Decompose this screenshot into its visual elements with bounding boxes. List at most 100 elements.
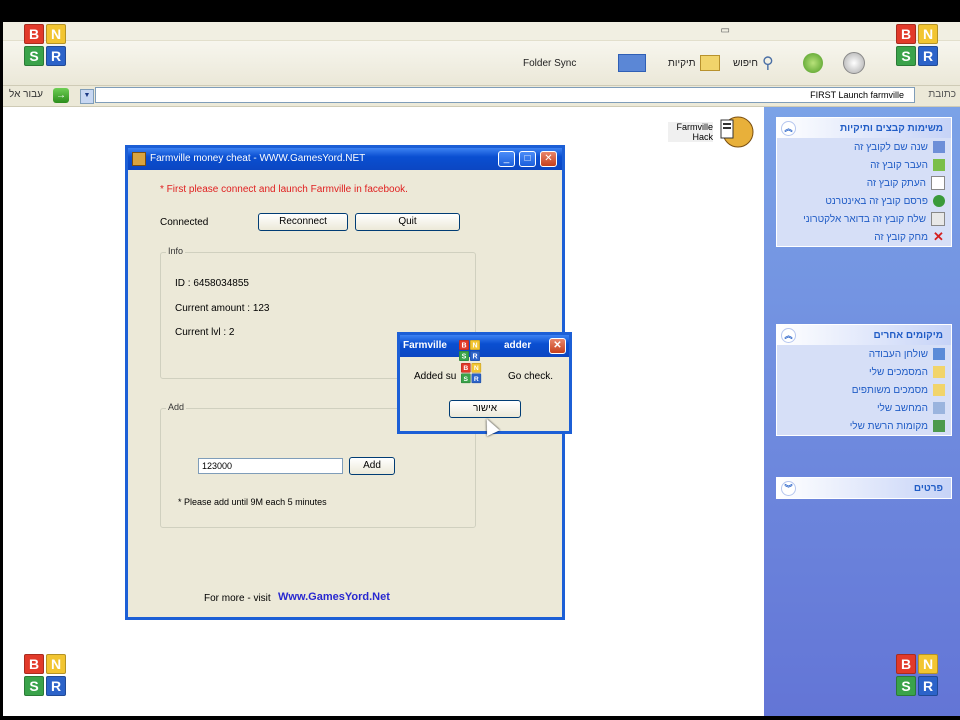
up-button[interactable] <box>803 51 823 75</box>
logo-letter: N <box>918 654 938 674</box>
address-input[interactable]: FIRST Launch farmville <box>95 87 915 103</box>
go-button[interactable]: → <box>53 88 69 103</box>
globe-icon <box>933 195 945 207</box>
mail-icon <box>931 212 945 226</box>
quit-button[interactable]: Quit <box>355 213 460 231</box>
bsr-logo-bottom-right: B N S R <box>896 654 940 698</box>
logo-letter: B <box>24 654 44 674</box>
address-dropdown-icon[interactable]: ▼ <box>80 89 94 104</box>
logo-letter: S <box>896 676 916 696</box>
logo-letter: N <box>46 24 66 44</box>
close-button[interactable]: ✕ <box>540 151 557 167</box>
logo-letter: S <box>24 46 44 66</box>
app-icon <box>132 152 146 166</box>
add-button[interactable]: Add <box>349 457 395 475</box>
place-my-documents[interactable]: המסמכים שלי <box>777 363 951 381</box>
farmville-hack-file[interactable]: Farmville Hack <box>668 114 763 154</box>
views-button[interactable] <box>618 51 646 75</box>
popup-title-left: Farmville <box>403 340 447 351</box>
logo-letter: B <box>896 24 916 44</box>
place-my-computer[interactable]: המחשב שלי <box>777 399 951 417</box>
computer-icon <box>933 402 945 414</box>
logo-letter: R <box>471 373 482 384</box>
folders-button[interactable]: תיקיות <box>668 51 720 75</box>
task-move[interactable]: העבר קובץ זה <box>777 156 951 174</box>
logo-letter: N <box>470 340 480 350</box>
task-publish[interactable]: פרסם קובץ זה באינטרנט <box>777 192 951 210</box>
logo-letter: S <box>461 373 471 384</box>
move-icon <box>933 159 945 171</box>
task-label: העתק קובץ זה <box>866 177 926 189</box>
search-icon: ⚲ <box>761 55 774 72</box>
back-button[interactable] <box>843 51 865 75</box>
back-arrow-icon <box>843 52 865 74</box>
task-delete[interactable]: מחק קובץ זה ✕ <box>777 228 951 246</box>
amount-input[interactable]: 123000 <box>198 458 343 474</box>
farmville-hack-icon <box>720 116 754 148</box>
connection-status: Connected <box>160 217 209 228</box>
network-icon <box>933 420 945 432</box>
desktop-icon <box>933 348 945 360</box>
task-rename[interactable]: שנה שם לקובץ זה <box>777 138 951 156</box>
search-button[interactable]: חיפוש ⚲ <box>733 51 774 75</box>
logo-letter: R <box>46 46 66 66</box>
task-label: שנה שם לקובץ זה <box>853 141 928 153</box>
task-pane: ︽ משימות קבצים ותיקיות שנה שם לקובץ זה ה… <box>764 107 960 716</box>
popup-close-button[interactable]: ✕ <box>549 338 566 354</box>
file-label: Farmville Hack <box>668 122 713 142</box>
logo-letter: B <box>461 363 471 373</box>
task-copy[interactable]: העתק קובץ זה <box>777 174 951 192</box>
logo-letter: R <box>46 676 66 696</box>
task-email[interactable]: שלח קובץ זה בדואר אלקטרוני <box>777 210 951 228</box>
website-link[interactable]: Www.GamesYord.Net <box>278 591 390 603</box>
minimize-button[interactable]: _ <box>498 151 515 167</box>
logo-letter: N <box>471 363 482 373</box>
place-network[interactable]: מקומות הרשת שלי <box>777 417 951 435</box>
bsr-logo-top-right: B N S R <box>896 24 940 68</box>
bsr-logo-bottom-left: B N S R <box>24 654 68 698</box>
other-places-header[interactable]: ︽ מיקומים אחרים <box>777 325 951 345</box>
bsr-logo-popup-title: B N S R <box>459 340 481 362</box>
place-shared-documents[interactable]: מסמכים משותפים <box>777 381 951 399</box>
cheat-window-titlebar[interactable]: Farmville money cheat - WWW.GamesYord.NE… <box>128 148 562 170</box>
logo-letter: S <box>896 46 916 66</box>
menu-placeholder[interactable]: ▭ <box>721 25 730 36</box>
expand-icon[interactable]: ︾ <box>781 481 796 496</box>
folders-label: תיקיות <box>668 57 696 69</box>
bsr-logo-popup-body: B N S R <box>461 363 482 384</box>
folder-sync-button[interactable]: Folder Sync <box>523 51 576 75</box>
popup-title-right: adder <box>504 340 532 351</box>
popup-message-left: Added su <box>414 371 457 382</box>
maximize-button[interactable]: □ <box>519 151 536 167</box>
add-group-label: Add <box>166 402 187 412</box>
address-bar: עבור אל → ▼ FIRST Launch farmville כתובת <box>3 86 960 107</box>
ok-button[interactable]: אישור <box>449 400 521 418</box>
folder-sync-label: Folder Sync <box>523 57 577 69</box>
logo-letter: B <box>459 340 469 350</box>
address-path: FIRST Launch farmville <box>810 90 904 100</box>
collapse-icon[interactable]: ︽ <box>781 121 796 136</box>
details-header[interactable]: ︾ פרטים <box>777 478 951 498</box>
logo-letter: S <box>459 351 469 361</box>
user-id: ID : 6458034855 <box>175 278 249 289</box>
popup-message-right: Go check. <box>508 371 554 382</box>
details-title: פרטים <box>913 482 943 494</box>
explorer-toolbar: Folder Sync תיקיות חיפוש ⚲ <box>3 41 960 86</box>
info-group-label: Info <box>166 246 186 256</box>
file-tasks-header[interactable]: ︽ משימות קבצים ותיקיות <box>777 118 951 138</box>
reconnect-button[interactable]: Reconnect <box>258 213 348 231</box>
logo-letter: B <box>24 24 44 44</box>
place-desktop[interactable]: שולחן העבודה <box>777 345 951 363</box>
place-label: המסמכים שלי <box>869 366 928 378</box>
details-panel: ︾ פרטים <box>776 477 952 499</box>
folder-icon <box>933 366 945 378</box>
logo-letter: R <box>918 676 938 696</box>
collapse-icon[interactable]: ︽ <box>781 328 796 343</box>
rename-icon <box>933 141 945 153</box>
adder-titlebar[interactable]: Farmville adder ✕ <box>400 335 569 357</box>
go-label: עבור אל <box>9 89 43 100</box>
file-tasks-panel: ︽ משימות קבצים ותיקיות שנה שם לקובץ זה ה… <box>776 117 952 247</box>
place-label: מסמכים משותפים <box>851 384 928 396</box>
logo-letter: R <box>918 46 938 66</box>
current-amount: Current amount : 123 <box>175 303 270 314</box>
